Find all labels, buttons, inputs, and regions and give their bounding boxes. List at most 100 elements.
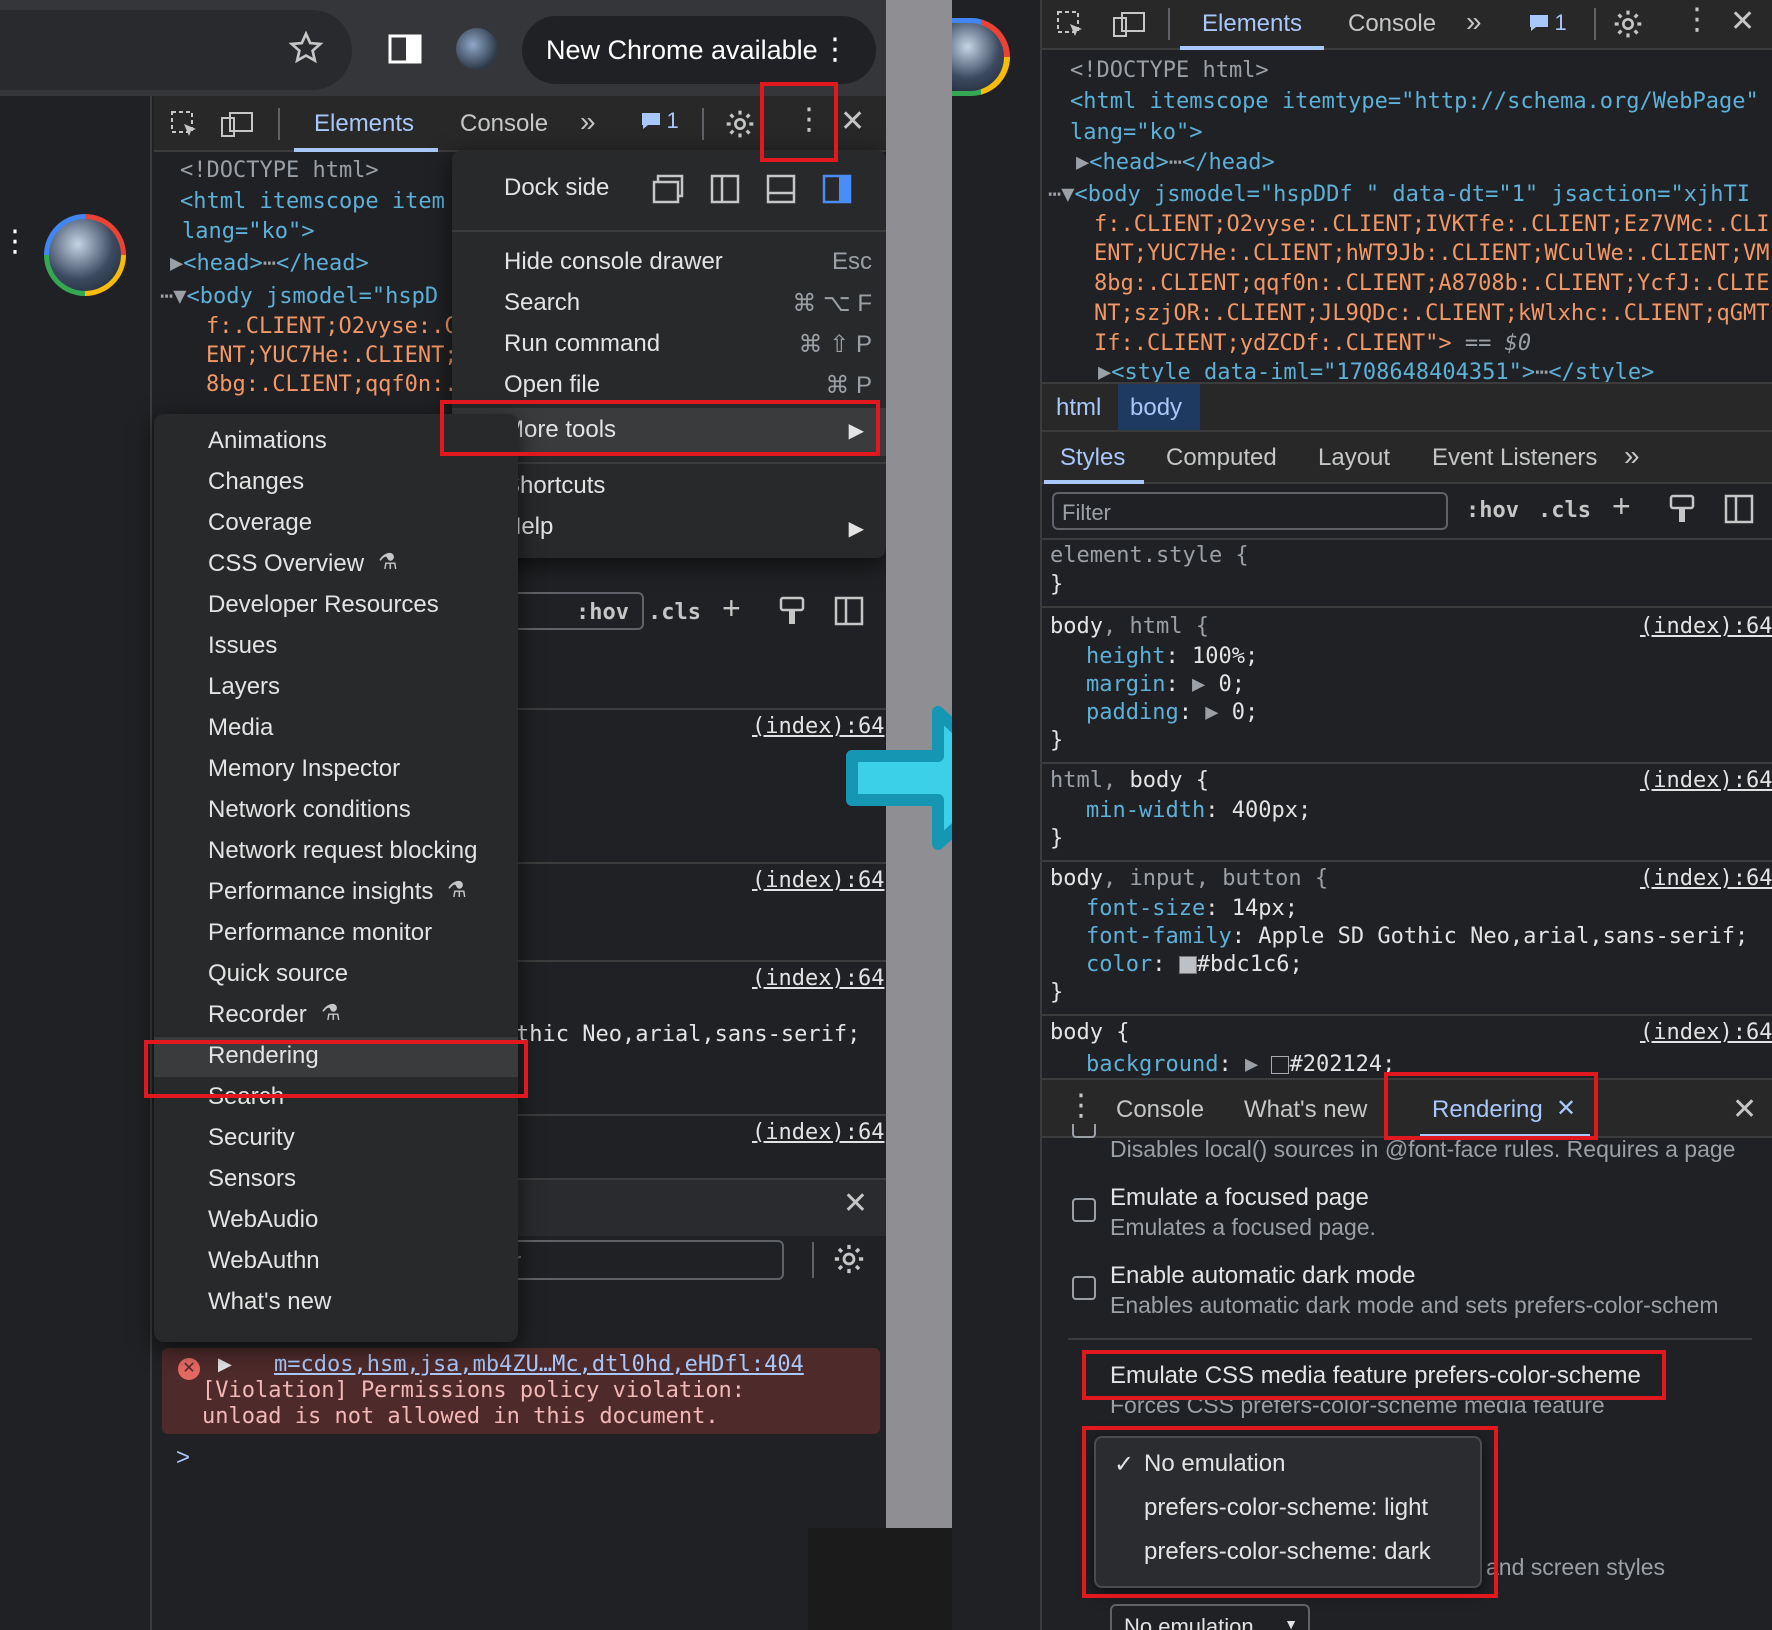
more-tools-item[interactable]: Issues [154, 627, 518, 667]
new-chrome-available-button[interactable]: New Chrome available ⋮ [522, 16, 876, 84]
rule-selector[interactable]: body, input, button { [1050, 866, 1328, 891]
more-tools-item[interactable]: Security [154, 1119, 518, 1159]
more-tools-item[interactable]: Network request blocking [154, 832, 518, 872]
more-tools-item[interactable]: Performance insights ⚗ [154, 873, 518, 913]
focused-page-checkbox[interactable] [1072, 1198, 1096, 1222]
dropdown-option[interactable]: No emulation [1144, 1450, 1285, 1478]
settings-gear-icon[interactable] [1612, 8, 1644, 40]
kebab-menu-icon[interactable]: ⋮ [820, 16, 850, 84]
more-tabs-icon[interactable]: » [580, 106, 596, 138]
toggle-sidebar-icon[interactable] [1724, 494, 1754, 524]
menu-run-command[interactable]: Run command [504, 330, 660, 358]
style-source-link[interactable]: (index):64 [1640, 1020, 1772, 1045]
customize-devtools-kebab-icon[interactable]: ⋮ [1682, 2, 1712, 37]
more-tools-item[interactable]: Coverage [154, 504, 518, 544]
rule-selector[interactable]: body, html { [1050, 614, 1209, 639]
more-tools-item[interactable]: Changes [154, 463, 518, 503]
style-source-link[interactable]: (index):64 [1640, 866, 1772, 891]
css-declaration[interactable]: background: ▶ #202124; [1086, 1052, 1395, 1076]
rule-selector[interactable]: body { [1050, 1020, 1129, 1045]
star-icon[interactable] [288, 30, 324, 66]
more-tools-item[interactable]: Animations [154, 422, 518, 462]
close-tab-icon[interactable]: ✕ [1556, 1094, 1576, 1123]
new-rule-icon[interactable]: + [722, 590, 741, 627]
more-tools-item[interactable]: Search [154, 1078, 518, 1118]
drawer-tab-rendering[interactable]: Rendering [1432, 1096, 1543, 1124]
more-tools-item[interactable]: WebAudio [154, 1201, 518, 1241]
close-devtools-icon[interactable]: ✕ [1730, 4, 1755, 39]
more-tabs-icon[interactable]: » [1466, 6, 1482, 38]
more-tools-item[interactable]: Recorder ⚗ [154, 996, 518, 1036]
menu-search[interactable]: Search [504, 289, 580, 317]
issues-badge[interactable]: 1 [640, 108, 679, 134]
drawer-tab-console[interactable]: Console [1116, 1096, 1204, 1124]
menu-hide-console-drawer[interactable]: Hide console drawer [504, 248, 723, 276]
hov-button[interactable]: :hov [1466, 498, 1519, 523]
tab-console[interactable]: Console [460, 110, 548, 138]
tab-elements[interactable]: Elements [314, 110, 414, 138]
account-avatar[interactable] [952, 18, 1010, 96]
more-tools-item[interactable]: Developer Resources [154, 586, 518, 626]
css-declaration[interactable]: height: 100%; [1086, 644, 1258, 669]
style-source-link[interactable]: (index):64 [752, 1120, 884, 1145]
css-declaration[interactable]: color: #bdc1c6; [1086, 952, 1303, 977]
css-declaration[interactable]: padding: ▶ 0; [1086, 700, 1258, 725]
cls-button[interactable]: .cls [1538, 498, 1591, 523]
kebab-icon[interactable]: ⋮ [0, 227, 30, 272]
close-devtools-icon[interactable]: ✕ [840, 104, 865, 139]
more-tools-item[interactable]: Performance monitor [154, 914, 518, 954]
dom-head-node[interactable]: ▶<head>⋯</head> [170, 251, 369, 276]
console-settings-icon[interactable] [832, 1242, 866, 1276]
option-checkbox[interactable] [1072, 1124, 1096, 1138]
tab-console[interactable]: Console [1348, 10, 1436, 38]
element-style-rule[interactable]: element.style { [1050, 543, 1249, 568]
dom-html-open[interactable]: <html itemscope itemtype="http://schema.… [1070, 89, 1759, 114]
tab-styles[interactable]: Styles [1060, 444, 1125, 472]
close-drawer-icon[interactable]: ✕ [843, 1186, 868, 1221]
menu-open-file[interactable]: Open file [504, 371, 600, 399]
settings-gear-icon[interactable] [724, 108, 756, 140]
profile-avatar[interactable] [456, 28, 498, 70]
color-scheme-select[interactable]: No emulation ▼ [1110, 1604, 1310, 1630]
menu-shortcuts[interactable]: Shortcuts [504, 472, 605, 500]
error-source-link[interactable]: m=cdos,hsm,jsa,mb4ZU…Mc,dtl0hd,eHDfl:404 [274, 1352, 804, 1377]
more-tools-item[interactable]: Quick source [154, 955, 518, 995]
more-tools-item[interactable]: What's new [154, 1283, 518, 1323]
more-tools-item[interactable]: WebAuthn [154, 1242, 518, 1282]
styles-filter-input[interactable]: Filter [1052, 492, 1448, 530]
drawer-kebab-icon[interactable]: ⋮ [1066, 1088, 1096, 1123]
omnibox[interactable] [0, 10, 352, 90]
bg-hov-button[interactable]: :hov [576, 600, 629, 625]
more-tools-item[interactable]: Network conditions [154, 791, 518, 831]
close-drawer-icon[interactable]: ✕ [1732, 1092, 1757, 1127]
dom-doctype[interactable]: <!DOCTYPE html> [1070, 58, 1269, 83]
drawer-tab-whats-new[interactable]: What's new [1244, 1096, 1367, 1124]
side-panel-icon[interactable] [388, 34, 422, 64]
device-toolbar-icon[interactable] [1112, 10, 1146, 40]
dropdown-option[interactable]: prefers-color-scheme: dark [1144, 1538, 1431, 1566]
dock-bottom-icon[interactable] [766, 174, 796, 204]
inspect-element-icon[interactable] [1056, 10, 1086, 40]
auto-dark-mode-checkbox[interactable] [1072, 1276, 1096, 1300]
dom-html-open[interactable]: <html itemscope item [180, 189, 445, 214]
customize-devtools-kebab-icon[interactable]: ⋮ [794, 102, 824, 137]
dropdown-option[interactable]: prefers-color-scheme: light [1144, 1494, 1428, 1522]
style-source-link[interactable]: (index):64 [1640, 768, 1772, 793]
style-source-link[interactable]: (index):64 [752, 966, 884, 991]
dom-style-node[interactable]: ▶<style data-iml="1708648404351">⋯</styl… [1098, 360, 1654, 382]
tab-elements[interactable]: Elements [1202, 10, 1302, 38]
device-toolbar-icon[interactable] [220, 110, 254, 140]
dock-left-icon[interactable] [710, 174, 740, 204]
color-swatch[interactable] [1271, 1056, 1290, 1074]
rule-selector[interactable]: html, body { [1050, 768, 1209, 793]
issues-badge[interactable]: 1 [1528, 10, 1567, 36]
style-source-link[interactable]: (index):64 [1640, 614, 1772, 639]
dom-head-node[interactable]: ▶<head>⋯</head> [1076, 150, 1275, 175]
color-swatch[interactable] [1178, 956, 1197, 974]
more-tools-item[interactable]: CSS Overview ⚗ [154, 545, 518, 585]
more-tools-item[interactable]: Memory Inspector [154, 750, 518, 790]
console-prompt[interactable]: > [176, 1444, 190, 1472]
more-tools-item[interactable]: Sensors [154, 1160, 518, 1200]
css-declaration[interactable]: font-size: 14px; [1086, 896, 1298, 921]
more-tools-item[interactable]: Media [154, 709, 518, 749]
